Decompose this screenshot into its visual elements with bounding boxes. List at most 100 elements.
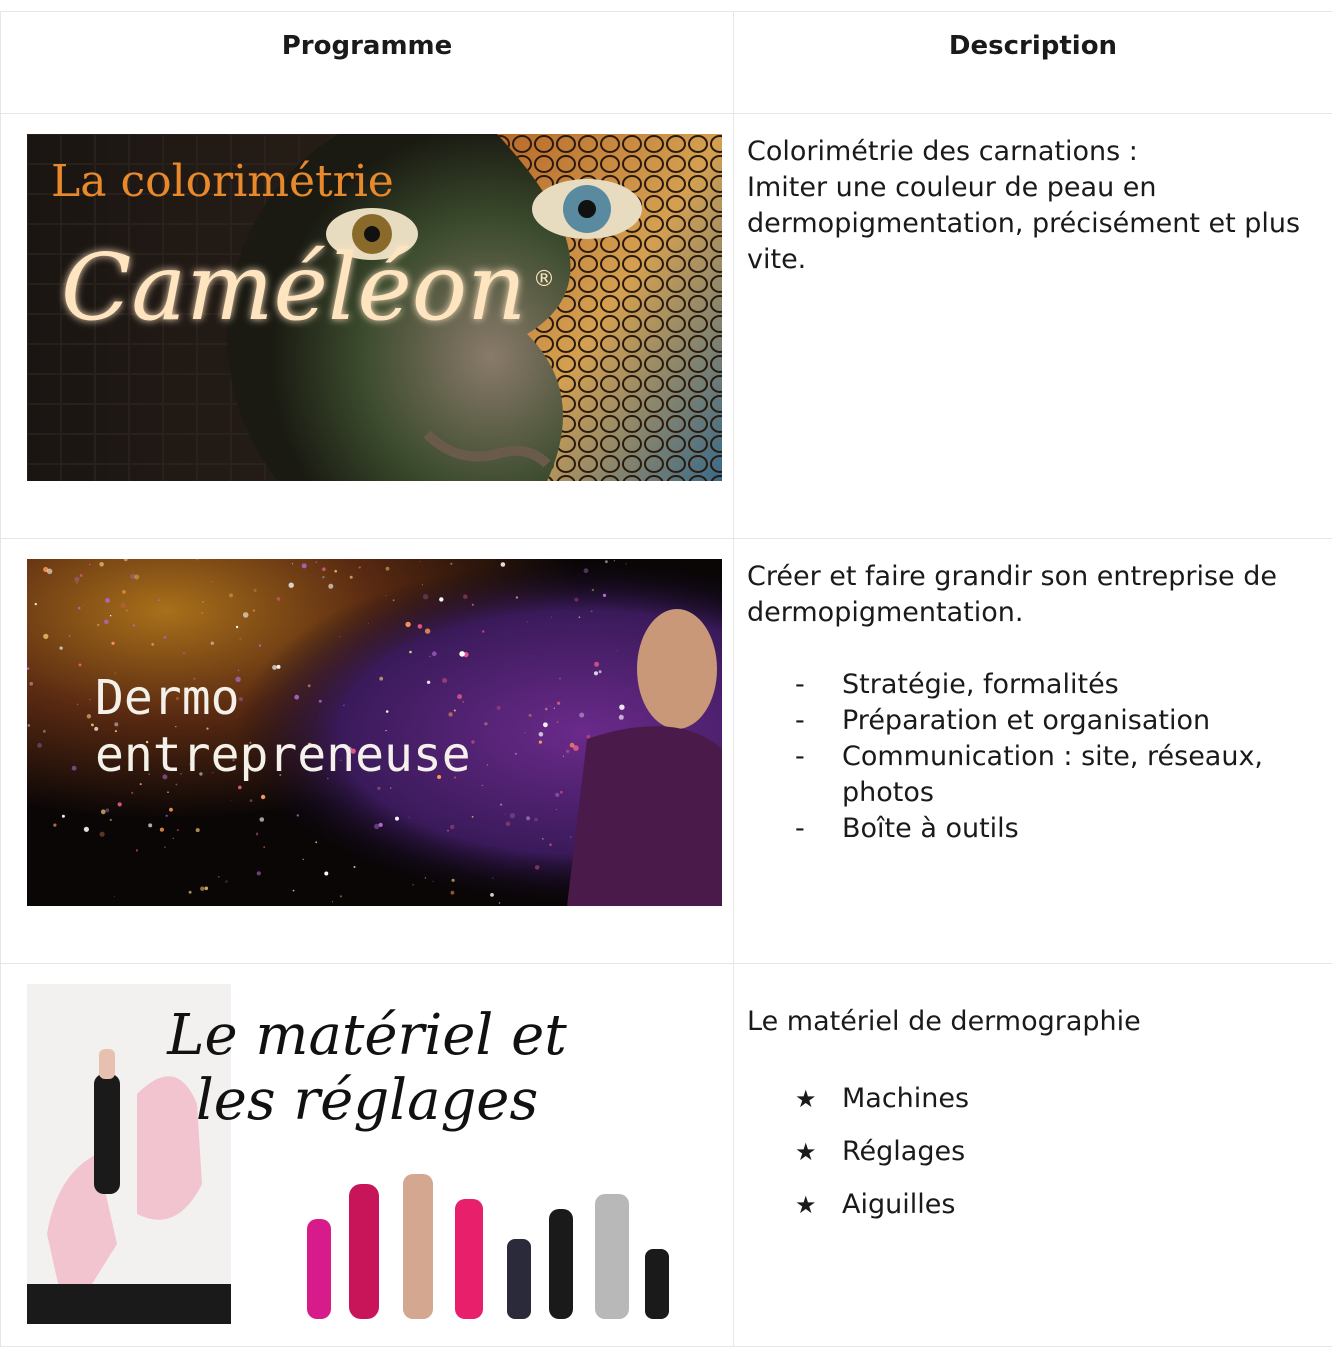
sparkle-dot (542, 838, 543, 839)
sparkle-dot (454, 710, 456, 712)
sparkle-dot (260, 817, 265, 822)
sparkle-dot (303, 859, 304, 860)
sparkle-dot (126, 610, 128, 612)
sparkle-dot (566, 750, 569, 753)
sparkle-dot (101, 809, 106, 814)
sparkle-dot (160, 828, 164, 832)
sparkle-dot (584, 568, 589, 573)
sparkle-dot (173, 838, 174, 839)
sparkle-dot (134, 575, 139, 580)
sparkle-dot (425, 877, 426, 878)
sparkle-dot (91, 724, 94, 727)
sparkle-dot (472, 816, 474, 818)
sparkle-dot (118, 802, 122, 806)
sparkle-dot (77, 704, 78, 705)
description-cell: Créer et faire grandir son entreprise de… (734, 539, 1332, 964)
dash-bullet: - (795, 739, 805, 775)
sparkle-dot (409, 651, 412, 654)
sparkle-dot (27, 667, 29, 669)
sparkle-dot (76, 582, 78, 584)
sparkle-dot (450, 825, 454, 829)
sparkle-dot (432, 881, 434, 883)
sparkle-dot (418, 624, 423, 629)
sparkle-dot (111, 642, 114, 645)
image-title-line1: Dermo (95, 670, 240, 726)
sparkle-dot (457, 694, 462, 699)
sparkle-dot (169, 808, 173, 812)
sparkle-dot (121, 603, 126, 608)
sparkle-dot (133, 624, 135, 626)
sparkle-dot (579, 713, 584, 718)
sparkle-dot (539, 732, 544, 737)
sparkle-dot (560, 791, 563, 794)
sparkle-dot (482, 630, 484, 632)
sparkle-dot (587, 735, 591, 739)
sparkle-dot (158, 599, 160, 601)
sparkle-dot (451, 891, 455, 895)
sparkle-dot (339, 636, 340, 637)
sparkle-dot (386, 567, 390, 571)
sparkle-dot (504, 814, 505, 815)
sparkle-dot (89, 564, 91, 566)
sparkle-dot (574, 598, 578, 602)
sparkle-dot (554, 708, 555, 709)
star-bullet: ★ (795, 1134, 817, 1170)
sparkle-dot (69, 635, 71, 637)
sparkle-dot (405, 622, 410, 627)
sparkle-dot (343, 705, 344, 706)
sparkle-dot (549, 843, 552, 846)
sparkle-dot (448, 712, 452, 716)
list-item: -Boîte à outils (747, 811, 1318, 847)
sparkle-dot (579, 616, 581, 618)
sparkle-dot (167, 791, 169, 793)
list-item: ★Aiguilles (747, 1187, 1318, 1223)
registered-mark: ® (533, 267, 555, 292)
image-title-line2: Caméléon (61, 234, 526, 341)
sparkle-dot (570, 743, 575, 748)
sparkle-dot (386, 710, 389, 713)
sparkle-dot (308, 684, 311, 687)
sparkle-dot (379, 677, 383, 681)
sparkle-dot (236, 626, 238, 628)
sparkle-dot (534, 818, 538, 822)
sparkle-dot (535, 865, 540, 870)
dash-bullet: - (795, 667, 805, 703)
sparkle-dot (619, 715, 624, 720)
sparkle-dot (543, 722, 548, 727)
sparkle-dot (484, 722, 487, 725)
programme-cell: La colorimétrie Caméléon ® (1, 114, 734, 539)
sparkle-dot (29, 682, 33, 686)
sparkle-dot (53, 824, 56, 827)
sparkle-dot (527, 621, 529, 623)
sparkle-dot (201, 612, 202, 613)
sparkle-dot (379, 823, 383, 827)
sparkle-dot (72, 766, 77, 771)
sparkle-dot (555, 793, 559, 797)
sparkle-dot (374, 824, 379, 829)
sparkle-dot (99, 562, 104, 567)
sparkle-dot (272, 665, 277, 670)
sparkle-dot (35, 603, 37, 605)
sparkle-dot (183, 652, 185, 654)
materiel-image: Le matériel et les réglages (27, 984, 722, 1324)
sparkle-dot (390, 787, 391, 788)
sparkle-dot (316, 561, 318, 563)
sparkle-dot (166, 815, 168, 817)
header-row: Programme Description (1, 12, 1332, 114)
sparkle-dot (605, 560, 608, 563)
sparkle-dot (263, 846, 265, 848)
description-list: -Stratégie, formalités -Préparation et o… (747, 667, 1318, 847)
image-title-line1: Le matériel et (166, 1003, 567, 1068)
sparkle-dot (439, 597, 443, 601)
sparkle-dot (231, 800, 232, 801)
description-title: Créer et faire grandir son entreprise de… (747, 559, 1318, 631)
sparkle-dot (257, 871, 261, 875)
sparkle-dot (80, 574, 83, 577)
sparkle-dot (292, 563, 293, 564)
sparkle-dot (78, 607, 81, 610)
sparkle-dot (110, 615, 111, 616)
sparkle-dot (385, 595, 386, 596)
sparkle-dot (545, 708, 548, 711)
programme-cell: Dermo entrepreneuse (1, 539, 734, 964)
sparkle-dot (140, 783, 142, 785)
